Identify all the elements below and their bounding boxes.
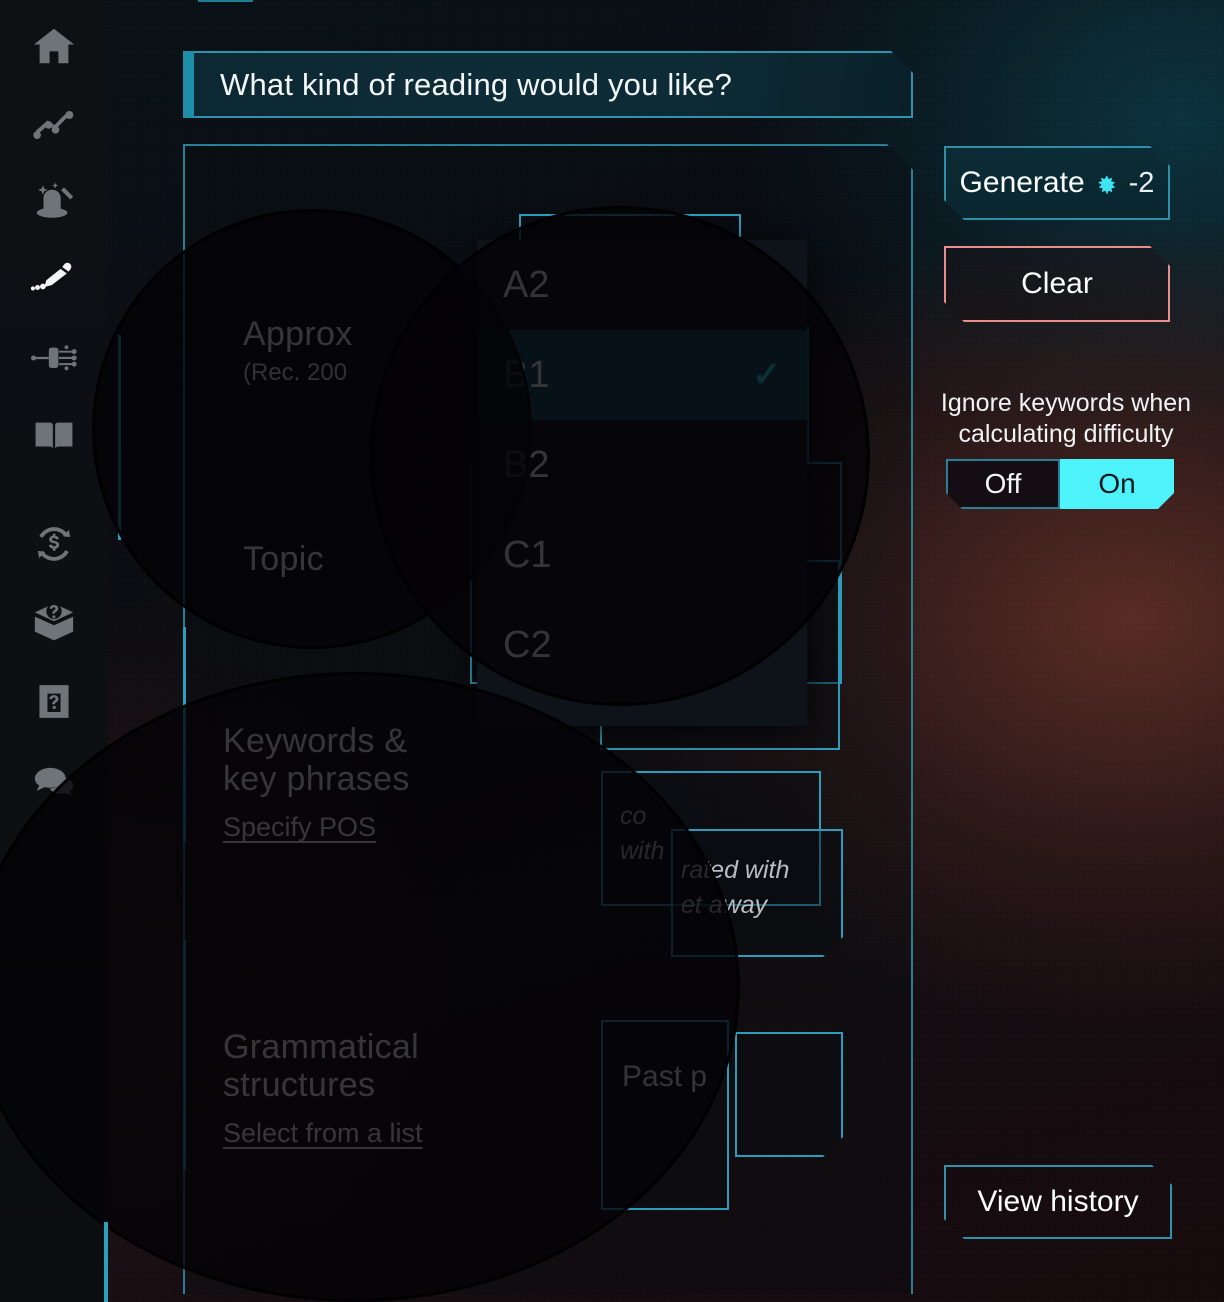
dropdown-option-label: C2 [503,623,552,666]
dropdown-option-label: B2 [503,443,550,486]
field-label-keywords: Keywords & key phrases [223,722,410,799]
dropdown-option-label: C1 [503,533,552,576]
question-box-icon [31,599,77,650]
sidebar-item-read[interactable] [24,408,84,468]
line-chart-icon [31,101,77,152]
field-sublabel-length: (Rec. 200 [243,359,348,387]
generate-cost-label: -2 [1128,166,1155,199]
speech-bubbles-icon [31,759,77,810]
field-row-keywords: Keywords & key phrases Specify POS [223,722,523,843]
coin-refresh-icon [31,521,77,572]
dropdown-option-a2[interactable]: A2 [477,240,807,330]
specify-pos-link[interactable]: Specify POS [223,812,376,843]
dropdown-option-label: B1 [503,353,550,396]
rail-active-indicator [104,1222,108,1302]
page-title: What kind of reading would you like? [220,66,733,102]
field-label-grammar: Grammatical structures [223,1028,419,1105]
field-row-length: Approx (Rec. 200 [243,315,353,387]
field-row-grammar: Grammatical structures Select from a lis… [223,1028,553,1149]
sidebar-rail [0,0,108,1302]
toggle-on-button[interactable]: On [1060,459,1174,509]
field-row-topic: Topic [243,540,324,578]
toggle-on-label: On [1098,468,1136,499]
section-accent-length [118,335,121,540]
generate-button[interactable]: Generate -2 [944,146,1170,220]
sidebar-item-write[interactable] [24,252,84,312]
field-label-length: Approx [243,315,353,353]
dropdown-option-b1[interactable]: B1 ✓ [477,330,807,420]
open-book-icon [31,413,77,464]
ignore-keywords-toggle[interactable]: Off On [946,459,1174,509]
grammar-input-value: Past p [622,1060,708,1093]
keywords-input-secondary[interactable]: rated with et away [671,829,843,957]
select-from-list-link[interactable]: Select from a list [223,1118,423,1149]
question-card-icon [31,679,77,730]
dropdown-option-b2[interactable]: B2 [477,420,807,510]
header-banner: What kind of reading would you like? [183,51,913,118]
sidebar-item-network[interactable] [24,330,84,390]
dropdown-option-label: A2 [503,263,550,306]
pencil-icon [30,257,77,308]
check-icon: ✓ [752,356,782,394]
clear-button[interactable]: Clear [944,246,1170,322]
sidebar-item-stats[interactable] [24,96,84,156]
grammar-input-secondary[interactable] [735,1032,843,1157]
section-accent-grammar [183,940,186,1170]
field-label-topic: Topic [243,540,324,578]
dropdown-option-c2[interactable]: C2 [477,600,807,690]
cefr-level-dropdown[interactable]: A2 B1 ✓ B2 C1 C2 [477,240,807,726]
toggle-off-label: Off [984,468,1022,499]
sidebar-item-credits[interactable] [24,516,84,576]
dropdown-option-c1[interactable]: C1 [477,510,807,600]
sidebar-item-chat[interactable] [24,754,84,814]
neural-network-icon [31,335,77,386]
leaf-token-icon [1095,171,1119,195]
clear-button-label: Clear [1021,267,1093,300]
ignore-keywords-caption: Ignore keywords when calculating difficu… [940,389,1192,448]
toggle-off-button[interactable]: Off [946,459,1060,509]
view-history-button[interactable]: View history [944,1165,1172,1239]
header-top-stub [198,0,253,2]
sidebar-item-magic[interactable] [24,174,84,234]
section-accent-keywords [183,627,186,842]
header-accent-bar [183,51,194,118]
sidebar-item-home[interactable] [24,18,84,78]
home-icon [31,23,77,74]
sidebar-item-mystery-box[interactable] [24,594,84,654]
sidebar-item-help[interactable] [24,674,84,734]
magic-hat-icon [31,179,77,230]
grammar-input[interactable]: Past p [601,1020,729,1210]
view-history-label: View history [977,1185,1139,1218]
generate-button-label: Generate [959,166,1085,199]
keywords-placeholder: co with [620,802,665,865]
